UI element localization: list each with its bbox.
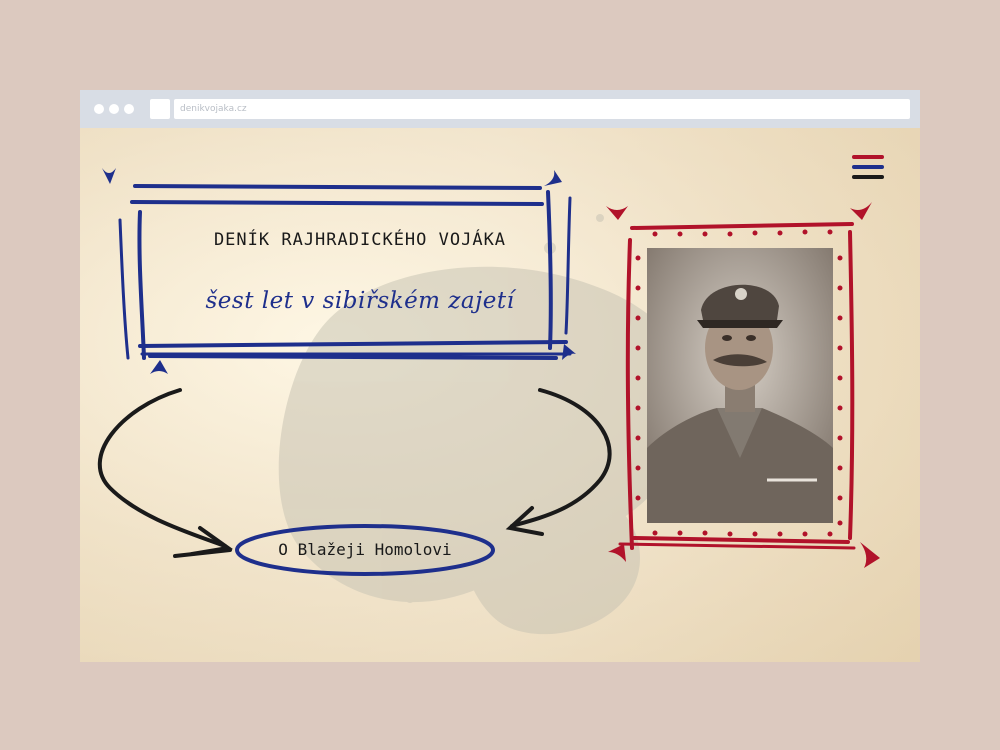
tab-icon[interactable] xyxy=(150,99,170,119)
browser-window: denikvojaka.cz DENÍK RAJHRADICKÉHO VOJÁK… xyxy=(80,90,920,662)
page-title: DENÍK RAJHRADICKÉHO VOJÁKA xyxy=(213,230,507,250)
page-content: DENÍK RAJHRADICKÉHO VOJÁKA šest let v si… xyxy=(80,128,920,662)
menu-bar xyxy=(852,165,884,169)
page-subtitle: šest let v sibiřském zajetí xyxy=(205,288,515,314)
menu-bar xyxy=(852,155,884,159)
hamburger-menu-icon[interactable] xyxy=(848,150,888,184)
about-link[interactable]: O Blažeji Homolovi xyxy=(235,528,495,572)
arrow-left xyxy=(97,388,234,558)
browser-toolbar: denikvojaka.cz xyxy=(80,90,920,128)
soldier-portrait-photo xyxy=(647,248,833,523)
window-control-dot[interactable] xyxy=(124,104,134,114)
window-control-dot[interactable] xyxy=(109,104,119,114)
portrait-illustration xyxy=(647,248,833,523)
address-bar[interactable]: denikvojaka.cz xyxy=(174,99,910,119)
menu-bar xyxy=(852,175,884,179)
window-control-dot[interactable] xyxy=(94,104,104,114)
